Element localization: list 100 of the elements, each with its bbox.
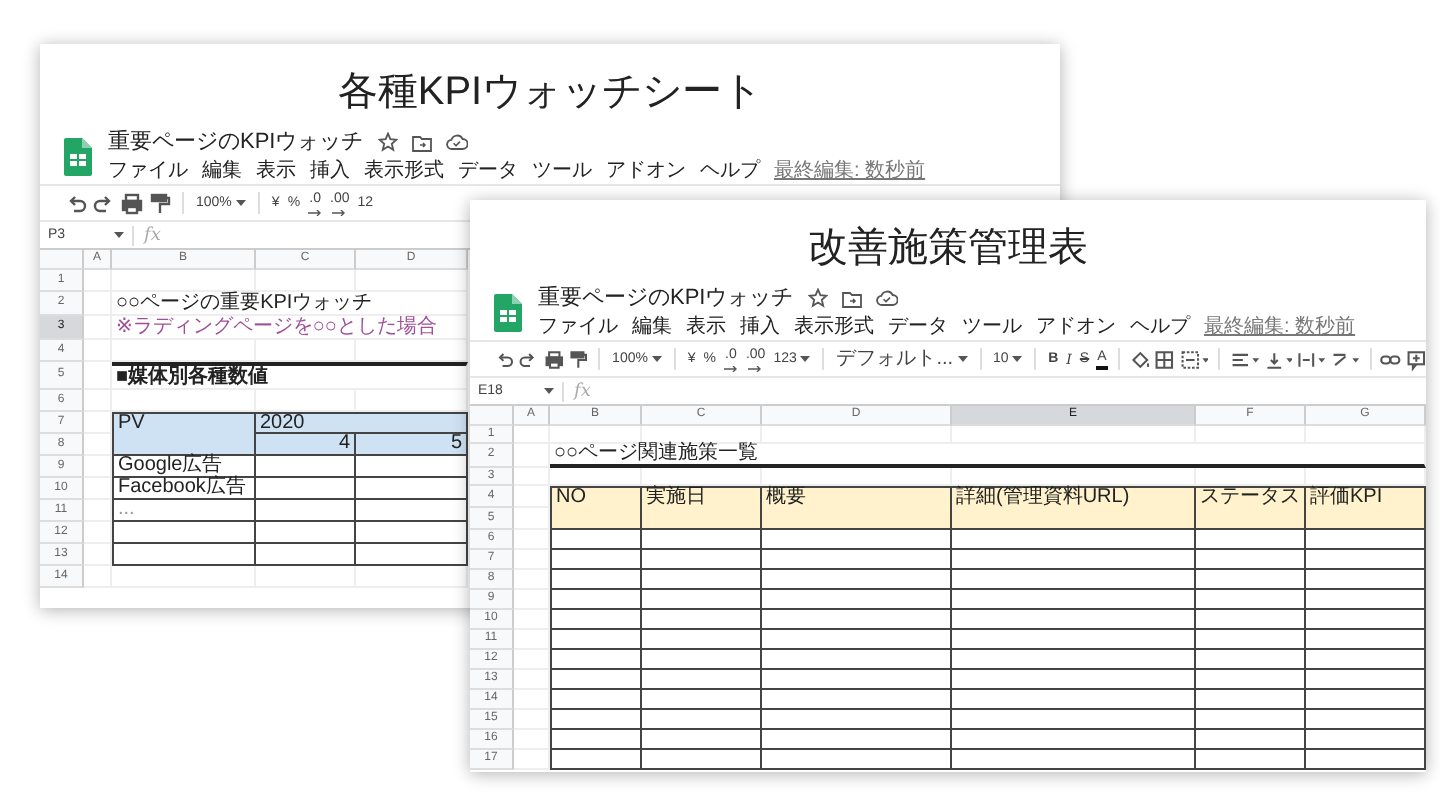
menu-item[interactable]: ヘルプ — [700, 159, 760, 183]
table-cell — [1196, 630, 1306, 650]
caret-icon — [544, 387, 554, 395]
table-cell — [1196, 590, 1306, 610]
table-cell — [642, 550, 762, 570]
table-cell — [550, 590, 642, 610]
grid-cell — [514, 590, 550, 610]
table-cell — [256, 478, 356, 500]
table-cell — [1306, 610, 1426, 630]
cloud-icon[interactable] — [875, 290, 898, 306]
grid-cell — [514, 468, 550, 486]
star-icon[interactable] — [807, 288, 828, 308]
table-cell — [550, 530, 642, 550]
menu-item[interactable]: 表示形式 — [364, 159, 444, 183]
star-icon[interactable] — [377, 132, 398, 152]
arrow-icon — [748, 366, 763, 372]
table-cell — [642, 730, 762, 750]
folder-icon[interactable] — [411, 133, 432, 151]
comment-icon[interactable] — [1405, 347, 1426, 371]
table-cell — [550, 750, 642, 770]
menu-item[interactable]: 表示 — [686, 315, 726, 339]
header-cell: 4 — [256, 434, 356, 456]
header-cell: 概要 — [762, 486, 952, 530]
grid-cell — [84, 270, 112, 292]
caret-icon — [651, 355, 662, 363]
last-edit-link[interactable]: 最終編集: 数秒前 — [1204, 315, 1356, 339]
grid-cell — [642, 426, 762, 444]
table-cell — [356, 478, 468, 500]
grid-cell — [514, 508, 550, 530]
table-cell — [642, 670, 762, 690]
table-cell — [550, 730, 642, 750]
paint-roller-icon[interactable] — [567, 347, 589, 371]
redo-icon[interactable] — [92, 191, 116, 215]
grid-cell — [514, 550, 550, 570]
table-cell — [356, 544, 468, 566]
text-wrap-icon[interactable] — [1296, 347, 1326, 371]
table-cell — [256, 500, 356, 522]
align-bottom-icon[interactable] — [1263, 347, 1293, 371]
undo-icon[interactable] — [64, 191, 88, 215]
paint-bucket-icon[interactable] — [1130, 347, 1151, 371]
table-cell — [1196, 750, 1306, 770]
menu-item[interactable]: アドオン — [606, 159, 686, 183]
menu-item[interactable]: 挿入 — [740, 315, 780, 339]
header-cell: 実施日 — [642, 486, 762, 530]
menu-item[interactable]: 挿入 — [310, 159, 350, 183]
menu-item[interactable]: アドオン — [1036, 315, 1116, 339]
table-cell — [1196, 550, 1306, 570]
menu-item[interactable]: 編集 — [632, 315, 672, 339]
caret-icon — [235, 199, 246, 207]
table-cell — [1306, 550, 1426, 570]
menu-item[interactable]: ファイル — [108, 159, 188, 183]
print-icon[interactable] — [543, 347, 564, 371]
table-cell — [356, 522, 468, 544]
caret-icon — [1012, 355, 1023, 363]
caret-icon — [800, 355, 811, 363]
menu-item[interactable]: データ — [888, 315, 948, 339]
table-cell — [642, 650, 762, 670]
grid-cell — [1196, 426, 1306, 444]
table-cell — [642, 690, 762, 710]
grid-cell — [514, 690, 550, 710]
header-cell: 5 — [356, 434, 468, 456]
menu-item[interactable]: 編集 — [202, 159, 242, 183]
header-cell: 評価KPI — [1306, 486, 1426, 530]
dropdown[interactable]: デフォルト... — [834, 349, 970, 369]
menu-item[interactable]: ツール — [962, 315, 1022, 339]
menu-item[interactable]: ヘルプ — [1130, 315, 1190, 339]
menu-item[interactable]: 表示 — [256, 159, 296, 183]
document-title[interactable]: 重要ページのKPIウォッチ — [538, 285, 794, 311]
menu-item[interactable]: データ — [458, 159, 518, 183]
grid-cell — [84, 522, 112, 544]
borders-icon[interactable] — [1154, 347, 1176, 371]
document-title[interactable]: 重要ページのKPIウォッチ — [108, 129, 364, 155]
table-cell — [1306, 690, 1426, 710]
table-cell — [356, 500, 468, 522]
table-cell — [550, 610, 642, 630]
caret-icon — [957, 355, 968, 363]
print-icon[interactable] — [120, 191, 144, 215]
table-cell — [1306, 530, 1426, 550]
table-cell — [642, 630, 762, 650]
table-cell — [1306, 670, 1426, 690]
grid-cell — [84, 544, 112, 566]
menu-item[interactable]: ツール — [532, 159, 592, 183]
merge-cells-icon[interactable] — [1179, 347, 1209, 371]
menu-item[interactable]: 表示形式 — [794, 315, 874, 339]
table-cell — [1306, 590, 1426, 610]
undo-icon[interactable] — [494, 347, 515, 371]
grid-cell — [112, 270, 256, 292]
menu-item[interactable]: ファイル — [538, 315, 618, 339]
paint-roller-icon[interactable] — [148, 191, 172, 215]
last-edit-link[interactable]: 最終編集: 数秒前 — [774, 159, 926, 183]
table-cell — [550, 690, 642, 710]
arrow-icon — [332, 210, 347, 216]
table-cell — [1306, 650, 1426, 670]
folder-icon[interactable] — [841, 289, 862, 307]
table-cell: Google広告 — [112, 456, 256, 478]
spreadsheet-icon[interactable] — [64, 137, 92, 175]
arrow-icon — [308, 210, 323, 216]
table-cell — [112, 522, 256, 544]
cloud-icon[interactable] — [445, 134, 468, 150]
spreadsheet-icon[interactable] — [494, 293, 522, 331]
